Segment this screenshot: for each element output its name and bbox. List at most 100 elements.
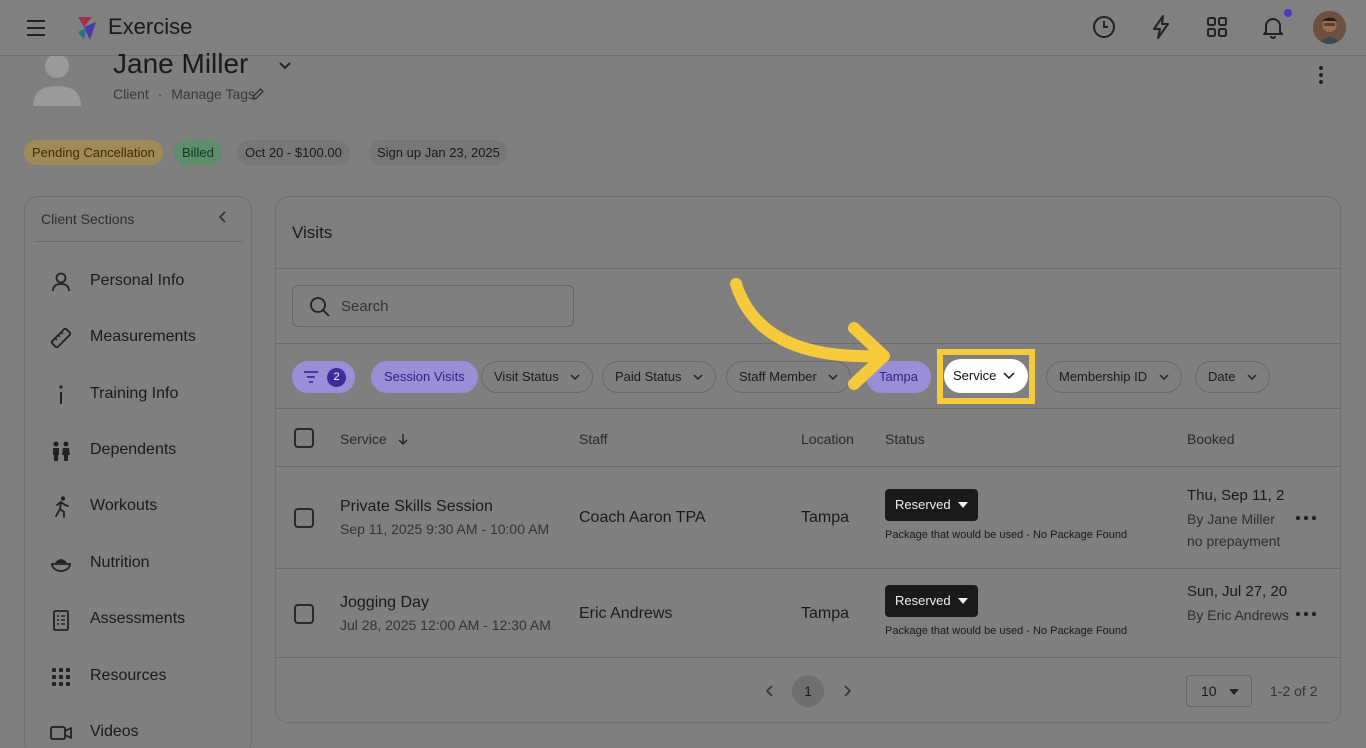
row-more-options-icon[interactable]	[1294, 610, 1318, 618]
user-avatar[interactable]	[1313, 11, 1346, 44]
chip-pending-cancellation: Pending Cancellation	[24, 140, 163, 165]
search-input[interactable]: Search	[292, 285, 574, 327]
sidebar-item-label: Personal Info	[90, 272, 185, 289]
page-button-1[interactable]: 1	[792, 675, 824, 707]
sidebar-item-dependents[interactable]: Dependents	[25, 431, 251, 471]
row-package-note: Package that would be used - No Package …	[885, 625, 1128, 637]
sidebar-item-training-info[interactable]: Training Info	[25, 375, 251, 415]
sort-arrow-down-icon	[398, 434, 408, 445]
app-title[interactable]: Exercise	[108, 14, 192, 40]
sidebar-item-measurements[interactable]: Measurements	[25, 318, 251, 358]
row-status-dropdown[interactable]: Reserved	[885, 489, 978, 521]
chevron-down-icon	[1247, 374, 1257, 381]
edit-tags-pencil-icon[interactable]	[251, 87, 265, 101]
column-header-staff[interactable]: Staff	[579, 431, 608, 447]
rows-per-page-select[interactable]: 10	[1186, 675, 1252, 707]
sidebar-item-label: Dependents	[90, 441, 177, 458]
chevron-down-icon	[1159, 374, 1169, 381]
client-name-chevron-down-icon[interactable]	[276, 56, 294, 74]
chevron-down-icon	[1003, 372, 1015, 380]
lightning-icon[interactable]	[1148, 14, 1174, 40]
search-icon	[310, 297, 330, 317]
sidebar-title: Client Sections	[41, 211, 135, 227]
filter-paid-status[interactable]: Paid Status	[602, 361, 717, 393]
sidebar-item-label: Resources	[90, 667, 167, 684]
menu-icon[interactable]	[24, 16, 48, 40]
sidebar-item-nutrition[interactable]: Nutrition	[25, 544, 251, 584]
person-icon	[52, 272, 70, 292]
apps-grid-icon[interactable]	[1204, 14, 1230, 40]
sidebar-item-resources[interactable]: Resources	[25, 657, 251, 697]
chip-billed: Billed	[174, 140, 222, 165]
filter-membership-id[interactable]: Membership ID	[1046, 361, 1182, 393]
filter-count-badge: 2	[327, 368, 346, 387]
history-icon[interactable]	[1091, 14, 1117, 40]
row-booked-date: Thu, Sep 11, 2	[1187, 487, 1285, 504]
filter-icon	[304, 371, 318, 383]
row-checkbox[interactable]	[294, 604, 314, 624]
column-header-service[interactable]: Service	[340, 431, 409, 447]
search-placeholder: Search	[341, 298, 389, 315]
divider	[276, 657, 1340, 658]
row-service-name[interactable]: Private Skills Session	[340, 498, 493, 516]
clipboard-icon	[53, 610, 69, 631]
chevron-down-icon	[693, 374, 703, 381]
column-header-booked[interactable]: Booked	[1187, 431, 1234, 447]
client-sections-sidebar: Client Sections Personal Info Measuremen…	[24, 196, 252, 748]
divider	[276, 268, 1340, 269]
filter-label: Paid Status	[615, 369, 682, 384]
select-all-checkbox[interactable]	[294, 428, 314, 448]
row-staff: Coach Aaron TPA	[579, 509, 706, 526]
column-header-status[interactable]: Status	[885, 431, 925, 447]
divider	[276, 466, 1340, 467]
column-header-location[interactable]: Location	[801, 431, 854, 447]
sidebar-item-personal-info[interactable]: Personal Info	[25, 262, 251, 302]
row-more-options-icon[interactable]	[1294, 514, 1318, 522]
visits-title: Visits	[292, 223, 333, 242]
caret-down-icon	[1229, 689, 1239, 695]
row-location: Tampa	[801, 605, 850, 622]
video-icon	[50, 726, 72, 740]
collapse-chevron-left-icon[interactable]	[215, 209, 231, 225]
filter-label: Membership ID	[1059, 369, 1148, 384]
sidebar-item-videos[interactable]: Videos	[25, 713, 251, 748]
chevron-down-icon	[570, 374, 580, 381]
notification-dot	[1284, 9, 1292, 17]
bowl-icon	[51, 559, 71, 572]
row-booked-by: By Eric Andrews	[1187, 607, 1289, 623]
row-checkbox[interactable]	[294, 508, 314, 528]
info-icon	[59, 385, 63, 404]
bell-icon[interactable]	[1260, 14, 1286, 40]
sidebar-item-label: Training Info	[90, 385, 179, 402]
sidebar-item-assessments[interactable]: Assessments	[25, 600, 251, 640]
row-status-dropdown[interactable]: Reserved	[885, 585, 978, 617]
sidebar-item-label: Videos	[90, 723, 139, 740]
prev-page-chevron-icon[interactable]	[762, 683, 778, 699]
sidebar-item-label: Measurements	[90, 328, 196, 345]
status-label: Reserved	[895, 593, 951, 608]
row-service-name[interactable]: Jogging Day	[340, 594, 429, 612]
row-booked-by: By Jane Miller	[1187, 511, 1275, 527]
manage-tags-link[interactable]: Manage Tags	[171, 86, 255, 102]
filter-toggle-button[interactable]: 2	[292, 361, 355, 393]
filter-label: Service	[953, 368, 997, 383]
pagination-range: 1-2 of 2	[1270, 683, 1318, 699]
client-more-options-icon[interactable]	[1310, 64, 1332, 86]
filter-visit-status[interactable]: Visit Status	[481, 361, 594, 393]
row-staff: Eric Andrews	[579, 605, 673, 622]
sidebar-item-workouts[interactable]: Workouts	[25, 487, 251, 527]
next-page-chevron-icon[interactable]	[839, 683, 855, 699]
column-label: Service	[340, 431, 387, 447]
divider	[276, 568, 1340, 569]
app-logo-icon[interactable]	[74, 14, 102, 42]
runner-icon	[55, 496, 69, 518]
row-location: Tampa	[801, 509, 850, 526]
filter-session-visits[interactable]: Session Visits	[371, 361, 478, 393]
sidebar-divider	[35, 241, 243, 242]
client-subtitle: Client · Manage Tags	[113, 86, 255, 102]
caret-down-icon	[958, 502, 968, 508]
chip-renewal: Oct 20 - $100.00	[237, 140, 350, 165]
row-service-time: Jul 28, 2025 12:00 AM - 12:30 AM	[340, 617, 551, 633]
filter-date[interactable]: Date	[1195, 361, 1271, 393]
filter-service[interactable]: Service	[944, 359, 1028, 393]
